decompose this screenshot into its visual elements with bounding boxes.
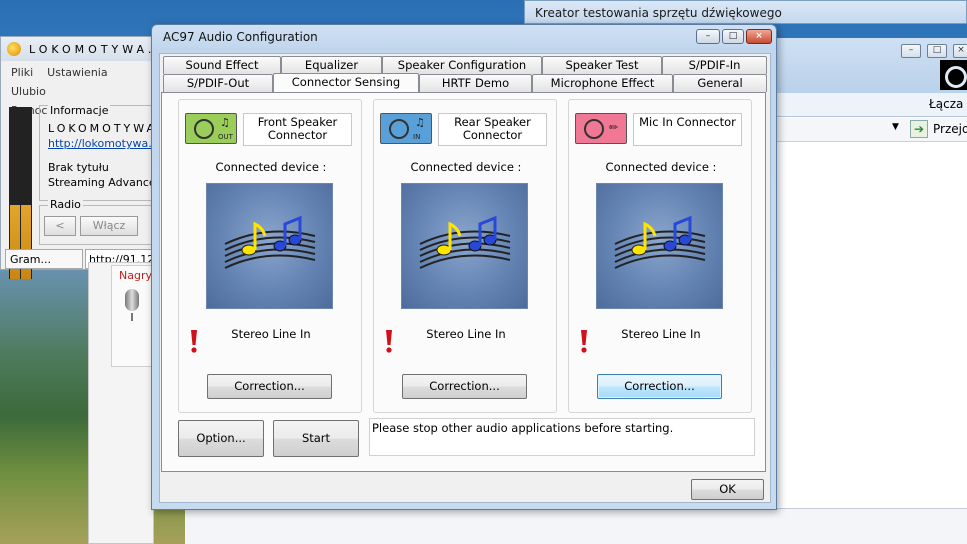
- connector-name: Rear Speaker Connector: [438, 113, 547, 146]
- station-name: LOKOMOTYWA.: [48, 122, 164, 135]
- wizard-window[interactable]: Kreator testowania sprzętu dźwiękowego: [524, 0, 967, 24]
- tab-hrtf-demo[interactable]: HRTF Demo: [419, 74, 532, 92]
- player-title: LOKOMOTYWA.F: [29, 43, 166, 56]
- radio-group-label: Radio: [48, 198, 83, 211]
- station-link[interactable]: http://lokomotywa.fm: [48, 137, 166, 150]
- front-speaker-box: ♫ OUT Front Speaker Connector Connected d…: [178, 99, 362, 413]
- ok-button[interactable]: OK: [691, 479, 764, 500]
- radio-player-window[interactable]: LOKOMOTYWA.F Pliki Ustawienia Ulubio Pom…: [0, 36, 174, 279]
- previous-button[interactable]: <: [44, 216, 76, 236]
- tab-spdif-out[interactable]: S/PDIF-Out: [163, 74, 273, 92]
- links-label[interactable]: Łącza: [929, 97, 963, 111]
- music-notes-icon: [596, 183, 723, 309]
- record-panel: Nagryw: [88, 262, 161, 544]
- ac97-dialog[interactable]: AC97 Audio Configuration – □ × Sound Eff…: [151, 24, 777, 510]
- info-group-label: Informacje: [48, 104, 111, 117]
- connected-device-label: Connected device :: [605, 160, 717, 174]
- tab-sound-effect-main[interactable]: Sound Effect: [163, 56, 281, 74]
- correction-button[interactable]: Correction...: [597, 374, 722, 399]
- browser-window[interactable]: – □ × Łącza ▼ ➔ Przejdź: [776, 38, 967, 544]
- connected-device-label: Connected device :: [410, 160, 522, 174]
- menu-files[interactable]: Pliki: [11, 66, 33, 79]
- dialog-title: AC97 Audio Configuration: [163, 30, 318, 44]
- maximize-icon[interactable]: □: [927, 44, 947, 58]
- connector-name: Front Speaker Connector: [243, 113, 352, 146]
- rear-speaker-box: ♫ IN Rear Speaker Connector Connected dev…: [373, 99, 557, 413]
- connector-name: Mic In Connector: [633, 113, 742, 146]
- app-logo-icon: [7, 42, 21, 56]
- microphone-icon[interactable]: [125, 289, 139, 321]
- tab-connector-sensing[interactable]: Connector Sensing: [273, 73, 419, 92]
- connected-device-label: Connected device :: [215, 160, 327, 174]
- option-button[interactable]: Option...: [178, 420, 264, 457]
- dropdown-arrow-icon[interactable]: ▼: [892, 122, 899, 132]
- tab-general[interactable]: General: [673, 74, 767, 92]
- tab-speaker-configuration[interactable]: Speaker Configuration: [382, 56, 542, 74]
- minimize-icon[interactable]: –: [696, 29, 720, 44]
- connector-sensing-panel: ♫ OUT Front Speaker Connector Connected d…: [161, 92, 766, 472]
- maximize-icon[interactable]: □: [722, 29, 744, 44]
- tab-spdif-in[interactable]: S/PDIF-In: [662, 56, 767, 74]
- start-button[interactable]: Start: [273, 420, 359, 457]
- browser-content-bottom: [185, 508, 967, 544]
- go-arrow-icon[interactable]: ➔: [910, 120, 928, 138]
- speaker-jack-icon: ♫ IN: [380, 113, 432, 144]
- microphone-jack-icon: ✏: [575, 113, 627, 144]
- mic-in-box: ✏ Mic In Connector Connected device : St…: [568, 99, 752, 413]
- player-titlebar: LOKOMOTYWA.F: [1, 37, 162, 61]
- tab-equalizer[interactable]: Equalizer: [281, 56, 382, 74]
- track-title: Brak tytułu: [48, 161, 109, 174]
- music-notes-icon: [401, 183, 528, 309]
- music-notes-icon: [206, 183, 333, 309]
- correction-button[interactable]: Correction...: [402, 374, 527, 399]
- menu-favorites[interactable]: Ulubio: [11, 85, 46, 98]
- speaker-jack-icon: ♫ OUT: [185, 113, 237, 144]
- tab-speaker-test[interactable]: Speaker Test: [542, 56, 662, 74]
- dialog-client: Sound Effect Sound Effect Equalizer Spea…: [159, 53, 771, 503]
- device-name: Stereo Line In: [231, 327, 311, 341]
- turn-on-button[interactable]: Włącz: [80, 216, 138, 236]
- tab-microphone-effect[interactable]: Microphone Effect: [532, 74, 673, 92]
- correction-button[interactable]: Correction...: [207, 374, 332, 399]
- message-box: Please stop other audio applications bef…: [369, 418, 755, 456]
- close-icon[interactable]: ×: [953, 44, 967, 58]
- device-name: Stereo Line In: [621, 327, 701, 341]
- device-name: Stereo Line In: [426, 327, 506, 341]
- status-field: Gram...: [5, 249, 83, 269]
- info-group: Informacje LOKOMOTYWA. http://lokomotywa…: [39, 104, 174, 201]
- menu-settings[interactable]: Ustawienia: [47, 66, 107, 79]
- wizard-title: Kreator testowania sprzętu dźwiękowego: [535, 6, 782, 20]
- go-label[interactable]: Przejdź: [933, 122, 967, 136]
- browser-logo: [940, 60, 967, 90]
- minimize-icon[interactable]: –: [901, 44, 921, 58]
- radio-group: Radio < Włącz: [39, 198, 158, 245]
- close-icon[interactable]: ×: [746, 29, 772, 44]
